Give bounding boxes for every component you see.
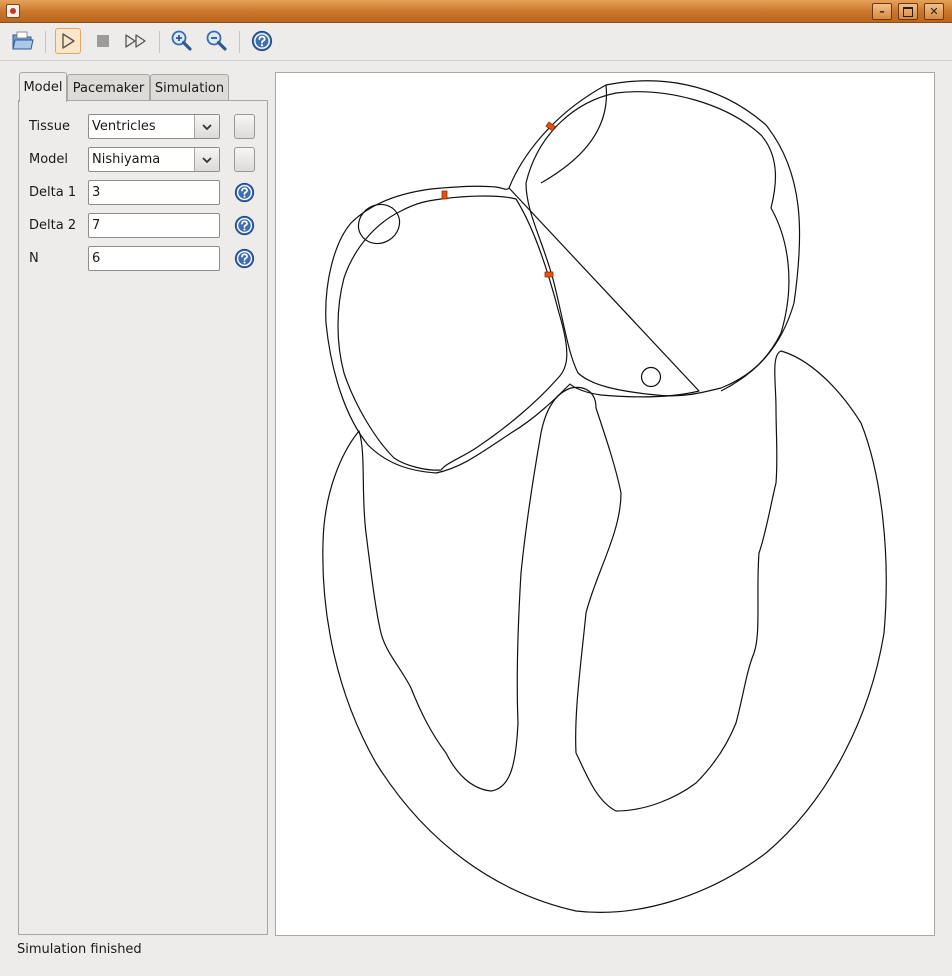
zoom-in-icon (171, 30, 192, 51)
valve-circle (640, 366, 662, 388)
fast-forward-icon (125, 34, 146, 48)
delta1-label: Delta 1 (29, 185, 77, 200)
model-options-button[interactable] (234, 147, 255, 172)
tab-simulation[interactable]: Simulation (150, 74, 229, 101)
n-field[interactable]: 6 (88, 246, 220, 271)
pacemaker-marker (544, 271, 554, 278)
left-atrium-cavity (337, 195, 568, 471)
maximize-icon (903, 6, 913, 17)
title-bar: – ✕ (0, 0, 952, 23)
delta2-field[interactable]: 7 (88, 213, 220, 238)
help-icon[interactable] (234, 248, 255, 269)
delta1-field[interactable]: 3 (88, 180, 220, 205)
chevron-down-icon[interactable] (194, 148, 219, 171)
tissue-select[interactable]: Ventricles (88, 114, 220, 139)
maximize-button[interactable] (898, 3, 918, 20)
model-panel: Tissue Ventricles Model Nishiyama Delta … (18, 100, 268, 935)
heart-canvas[interactable] (275, 72, 935, 936)
play-button[interactable] (55, 28, 81, 54)
tab-label: Simulation (154, 80, 225, 96)
ventricle-outer-wall (322, 350, 887, 913)
java-app-icon (6, 4, 20, 18)
help-icon[interactable] (234, 182, 255, 203)
tab-model[interactable]: Model (19, 72, 67, 102)
tissue-label: Tissue (29, 119, 70, 134)
atria-outer-wall (325, 80, 801, 474)
toolbar-separator (159, 31, 160, 53)
tab-label: Pacemaker (72, 80, 145, 96)
minimize-button[interactable]: – (872, 3, 892, 20)
tissue-select-value: Ventricles (92, 119, 156, 134)
play-icon (62, 33, 75, 49)
model-select-value: Nishiyama (92, 152, 161, 167)
atrial-node-ellipse (357, 203, 401, 245)
zoom-in-button[interactable] (168, 28, 194, 54)
n-label: N (29, 251, 39, 266)
zoom-out-icon (206, 30, 227, 51)
model-select[interactable]: Nishiyama (88, 147, 220, 172)
status-text: Simulation finished (17, 942, 142, 957)
delta2-label: Delta 2 (29, 218, 77, 233)
zoom-out-button[interactable] (203, 28, 229, 54)
close-button[interactable]: ✕ (924, 3, 944, 20)
stop-button[interactable] (90, 28, 116, 54)
toolbar-separator (45, 31, 46, 53)
help-icon[interactable] (234, 215, 255, 236)
model-label: Model (29, 152, 69, 167)
pacemaker-marker (441, 190, 448, 200)
open-button[interactable] (10, 28, 36, 54)
chevron-down-icon[interactable] (194, 115, 219, 138)
help-button[interactable] (249, 28, 275, 54)
help-icon (251, 30, 273, 52)
minimize-icon: – (879, 5, 885, 18)
toolbar-separator (239, 31, 240, 53)
heart-drawing (322, 80, 887, 913)
folder-open-icon (12, 31, 34, 50)
tab-label: Model (23, 80, 63, 95)
tissue-options-button[interactable] (234, 114, 255, 139)
right-atrium-cavity (525, 91, 790, 397)
stop-icon (97, 35, 109, 47)
tab-pacemaker[interactable]: Pacemaker (67, 74, 150, 101)
close-icon: ✕ (929, 5, 939, 18)
fast-forward-button[interactable] (123, 28, 149, 54)
septum-inner (540, 84, 608, 184)
toolbar (0, 23, 952, 61)
